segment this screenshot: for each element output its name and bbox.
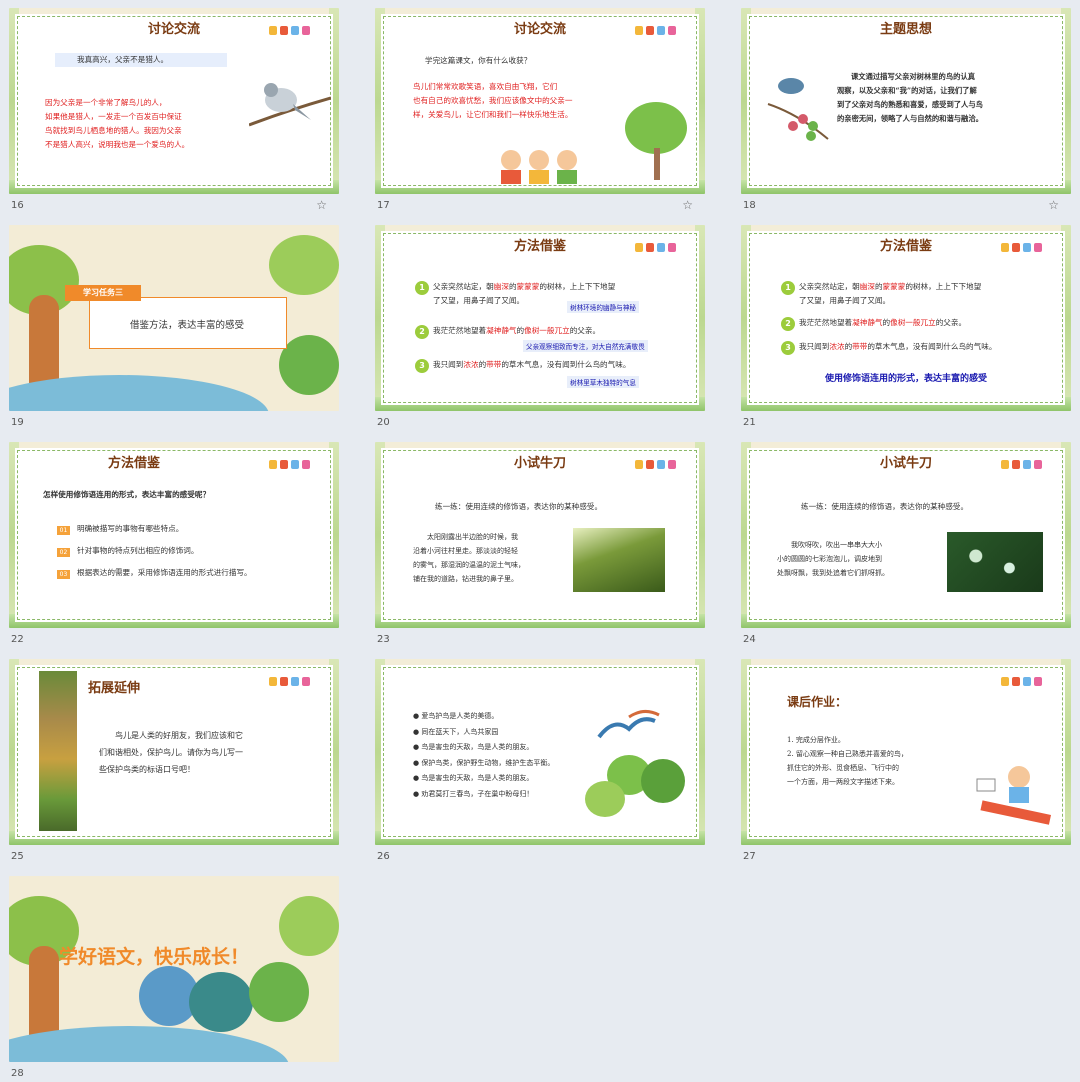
exercise-prompt: 练一练：使用连续的修饰语，表达你的某种感受。 bbox=[801, 502, 969, 511]
slide-title: 讨论交流 bbox=[147, 22, 200, 37]
slide-number: 21 bbox=[743, 417, 756, 428]
bubbles-photo bbox=[947, 532, 1043, 592]
child-on-pencil-icon bbox=[976, 766, 1052, 825]
slide-23: 小试牛刀 练一练：使用连续的修饰语，表达你的某种感受。 太阳刚露出半边脸的时候，… bbox=[375, 442, 705, 628]
slide-26: ● 爱鸟护鸟是人类的美德。 ● 同在蓝天下，人鸟共家园 ● 鸟是害虫的天敌，鸟是… bbox=[375, 659, 705, 845]
star-icon[interactable]: ☆ bbox=[316, 198, 327, 212]
slide-27: 课后作业： 1. 完成分层作业。 2. 留心观察一种自己熟悉并喜爱的鸟， 抓住它的外… bbox=[741, 659, 1071, 845]
slide-number: 18 bbox=[743, 200, 756, 211]
slide-number: 22 bbox=[11, 634, 24, 645]
homework-title: 课后作业： bbox=[787, 695, 848, 709]
slide-title: 小试牛刀 bbox=[879, 456, 932, 471]
slide-22: 方法借鉴 怎样使用修饰语连用的形式，表达丰富的感受呢？ 01 明确被描写的事物有… bbox=[9, 442, 339, 628]
exercise-prompt: 练一练：使用连续的修饰语，表达你的某种感受。 bbox=[435, 502, 603, 511]
slide-title: 方法借鉴 bbox=[513, 239, 566, 254]
slide-title: 讨论交流 bbox=[513, 22, 566, 37]
slide-20: 方法借鉴 1 父亲突然站定，朝幽深的蒙蒙蒙的树林，上上下下地望 了又望，用鼻子闻了… bbox=[375, 225, 705, 411]
slide-number: 28 bbox=[11, 1068, 24, 1079]
closing-text: 学好语文，快乐成长！ bbox=[59, 946, 250, 968]
slide-17: 讨论交流 学完这篇课文，你有什么收获？ 鸟儿们常常欢歌笑语，喜欢自由飞翔，它们也… bbox=[375, 8, 705, 194]
slide-number: 23 bbox=[377, 634, 390, 645]
slide-title: 方法借鉴 bbox=[107, 456, 160, 471]
birds-decoration-icon bbox=[1001, 671, 1057, 686]
task-tag: 学习任务三 bbox=[65, 285, 141, 301]
item-3-text: 我只闻到浓浓的带带的草木气息，没有闻到什么鸟的气味。 bbox=[433, 360, 631, 369]
slide-title: 小试牛刀 bbox=[513, 456, 566, 471]
slide-number: 17 bbox=[377, 200, 390, 211]
theme-text: 课文通过描写父亲对树林里的鸟的认真 观察，以及父亲和“我”的对话，让我们了解 到了父… bbox=[837, 72, 983, 123]
slide-number: 20 bbox=[377, 417, 390, 428]
task-text: 借鉴方法，表达丰富的感受 bbox=[129, 320, 244, 331]
slogan-list: ● 爱鸟护鸟是人类的美德。 ● 同在蓝天下，人鸟共家园 ● 鸟是害虫的天敌，鸟是… bbox=[413, 712, 555, 798]
homework-text: 1. 完成分层作业。 2. 留心观察一种自己熟悉并喜爱的鸟， 抓住它的外形、觅食栖息… bbox=[787, 736, 908, 786]
item-2-text: 我茫茫然地望着凝神静气的像树一般兀立的父亲。 bbox=[433, 326, 601, 335]
forest-photo bbox=[573, 528, 665, 592]
answer-text: 鸟儿们常常欢歌笑语，喜欢自由飞翔，它们 也有自己的欢喜忧愁，我们应该像文中的父亲一… bbox=[413, 82, 573, 119]
extension-text: 鸟儿是人类的好朋友，我们应该和它 们和谐相处，保护鸟儿。请你为鸟儿写一 些保护鸟类的… bbox=[99, 731, 243, 774]
slide-title: 方法借鉴 bbox=[879, 239, 932, 254]
slide-number: 16 bbox=[11, 200, 24, 211]
bird-branch-icon bbox=[767, 78, 829, 141]
question-text: 怎样使用修饰语连用的形式，表达丰富的感受呢？ bbox=[43, 490, 211, 499]
tree-icon bbox=[625, 102, 687, 154]
exercise-text: 我吹呀吹，吹出一串串大大小 小的圆圆的七彩泡泡儿，调皮地到 处飘呀飘，我到处追着它们… bbox=[777, 541, 889, 577]
slide-24: 小试牛刀 练一练：使用连续的修饰语，表达你的某种感受。 我吹呀吹，吹出一串串大大… bbox=[741, 442, 1071, 628]
slide-18: 主题思想 课文通过描写父亲对树林里的鸟的认真 观察，以及父亲和“我”的对话，让我们… bbox=[741, 8, 1071, 194]
flying-birds-icon bbox=[597, 710, 660, 739]
quote-box: 我真高兴，父亲不是猎人。 bbox=[55, 53, 227, 67]
slide-25: 拓展延伸 鸟儿是人类的好朋友，我们应该和它 们和谐相处，保护鸟儿。请你为鸟儿写一些… bbox=[9, 659, 339, 845]
slide-title: 拓展延伸 bbox=[87, 681, 140, 696]
item-1-text: 父亲突然站定，朝幽深的蒙蒙蒙的树林，上上下下地望 了又望，用鼻子闻了又闻。 bbox=[433, 282, 616, 305]
slide-19: 学习任务三 借鉴方法，表达丰富的感受 bbox=[9, 225, 339, 411]
slide-number: 25 bbox=[11, 851, 24, 862]
bird-on-branch-icon bbox=[249, 83, 331, 127]
answer-text: 因为父亲是一个非常了解鸟儿的人， 如果他是猎人，一发走一个百发百中保证 鸟就找到鸟儿… bbox=[45, 98, 190, 149]
slide-21: 方法借鉴 1 父亲突然站定，朝幽深的蒙蒙蒙的树林，上上下下地望 了又望，用鼻子闻了… bbox=[741, 225, 1071, 411]
summary-text: 使用修饰语连用的形式，表达丰富的感受 bbox=[824, 374, 987, 384]
slide-number: 24 bbox=[743, 634, 756, 645]
star-icon[interactable]: ☆ bbox=[682, 198, 693, 212]
slide-title: 主题思想 bbox=[879, 22, 932, 37]
slide-28: 学好语文，快乐成长！ bbox=[9, 876, 339, 1062]
slide-number: 27 bbox=[743, 851, 756, 862]
slide-number: 19 bbox=[11, 417, 24, 428]
children-reading-icon bbox=[501, 150, 577, 184]
slide-number: 26 bbox=[377, 851, 390, 862]
star-icon[interactable]: ☆ bbox=[1048, 198, 1059, 212]
slide-16: 讨论交流 我真高兴，父亲不是猎人。 因为父亲是一个非常了解鸟儿的人， 如果他是猎人… bbox=[9, 8, 339, 194]
question-text: 学完这篇课文，你有什么收获？ bbox=[425, 56, 532, 65]
